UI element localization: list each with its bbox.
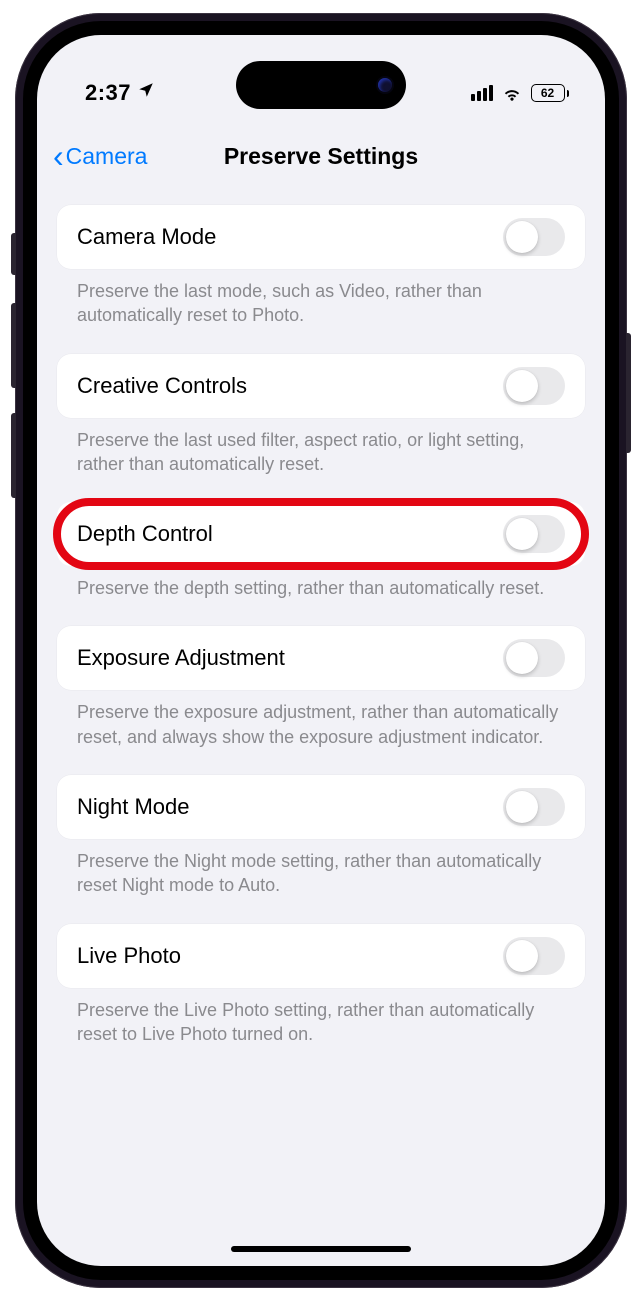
location-icon <box>137 81 155 105</box>
chevron-left-icon: ‹ <box>53 140 64 172</box>
navigation-bar: ‹ Camera Preserve Settings <box>37 127 605 185</box>
side-button <box>11 303 16 388</box>
setting-group-night-mode: Night Mode Preserve the Night mode setti… <box>57 775 585 898</box>
side-button <box>11 233 16 275</box>
setting-description: Preserve the exposure adjustment, rather… <box>57 690 585 749</box>
setting-description: Preserve the Live Photo setting, rather … <box>57 988 585 1047</box>
wifi-icon <box>501 84 523 102</box>
status-time: 2:37 <box>85 80 131 106</box>
toggle-live-photo[interactable] <box>503 937 565 975</box>
toggle-night-mode[interactable] <box>503 788 565 826</box>
page-title: Preserve Settings <box>224 143 418 170</box>
setting-label: Exposure Adjustment <box>77 645 285 671</box>
setting-label: Depth Control <box>77 521 213 547</box>
setting-row-live-photo[interactable]: Live Photo <box>57 924 585 988</box>
setting-row-night-mode[interactable]: Night Mode <box>57 775 585 839</box>
cellular-signal-icon <box>471 85 493 101</box>
setting-label: Creative Controls <box>77 373 247 399</box>
home-indicator[interactable] <box>231 1246 411 1252</box>
toggle-camera-mode[interactable] <box>503 218 565 256</box>
battery-indicator: 62 <box>531 84 570 102</box>
back-label: Camera <box>66 143 148 170</box>
setting-group-camera-mode: Camera Mode Preserve the last mode, such… <box>57 205 585 328</box>
side-button <box>626 333 631 453</box>
front-camera-icon <box>378 78 392 92</box>
toggle-creative-controls[interactable] <box>503 367 565 405</box>
setting-group-exposure-adjustment: Exposure Adjustment Preserve the exposur… <box>57 626 585 749</box>
setting-row-exposure-adjustment[interactable]: Exposure Adjustment <box>57 626 585 690</box>
side-button <box>11 413 16 498</box>
dynamic-island <box>236 61 406 109</box>
setting-row-camera-mode[interactable]: Camera Mode <box>57 205 585 269</box>
setting-description: Preserve the Night mode setting, rather … <box>57 839 585 898</box>
setting-row-depth-control[interactable]: Depth Control <box>57 502 585 566</box>
setting-group-creative-controls: Creative Controls Preserve the last used… <box>57 354 585 477</box>
setting-label: Night Mode <box>77 794 190 820</box>
phone-frame: 2:37 62 <box>15 13 627 1288</box>
setting-label: Camera Mode <box>77 224 216 250</box>
setting-description: Preserve the last used filter, aspect ra… <box>57 418 585 477</box>
setting-label: Live Photo <box>77 943 181 969</box>
back-button[interactable]: ‹ Camera <box>53 140 147 172</box>
toggle-exposure-adjustment[interactable] <box>503 639 565 677</box>
setting-row-creative-controls[interactable]: Creative Controls <box>57 354 585 418</box>
setting-group-depth-control: Depth Control Preserve the depth setting… <box>57 502 585 600</box>
settings-list: Camera Mode Preserve the last mode, such… <box>37 185 605 1046</box>
setting-description: Preserve the last mode, such as Video, r… <box>57 269 585 328</box>
setting-description: Preserve the depth setting, rather than … <box>57 566 585 600</box>
setting-group-live-photo: Live Photo Preserve the Live Photo setti… <box>57 924 585 1047</box>
toggle-depth-control[interactable] <box>503 515 565 553</box>
